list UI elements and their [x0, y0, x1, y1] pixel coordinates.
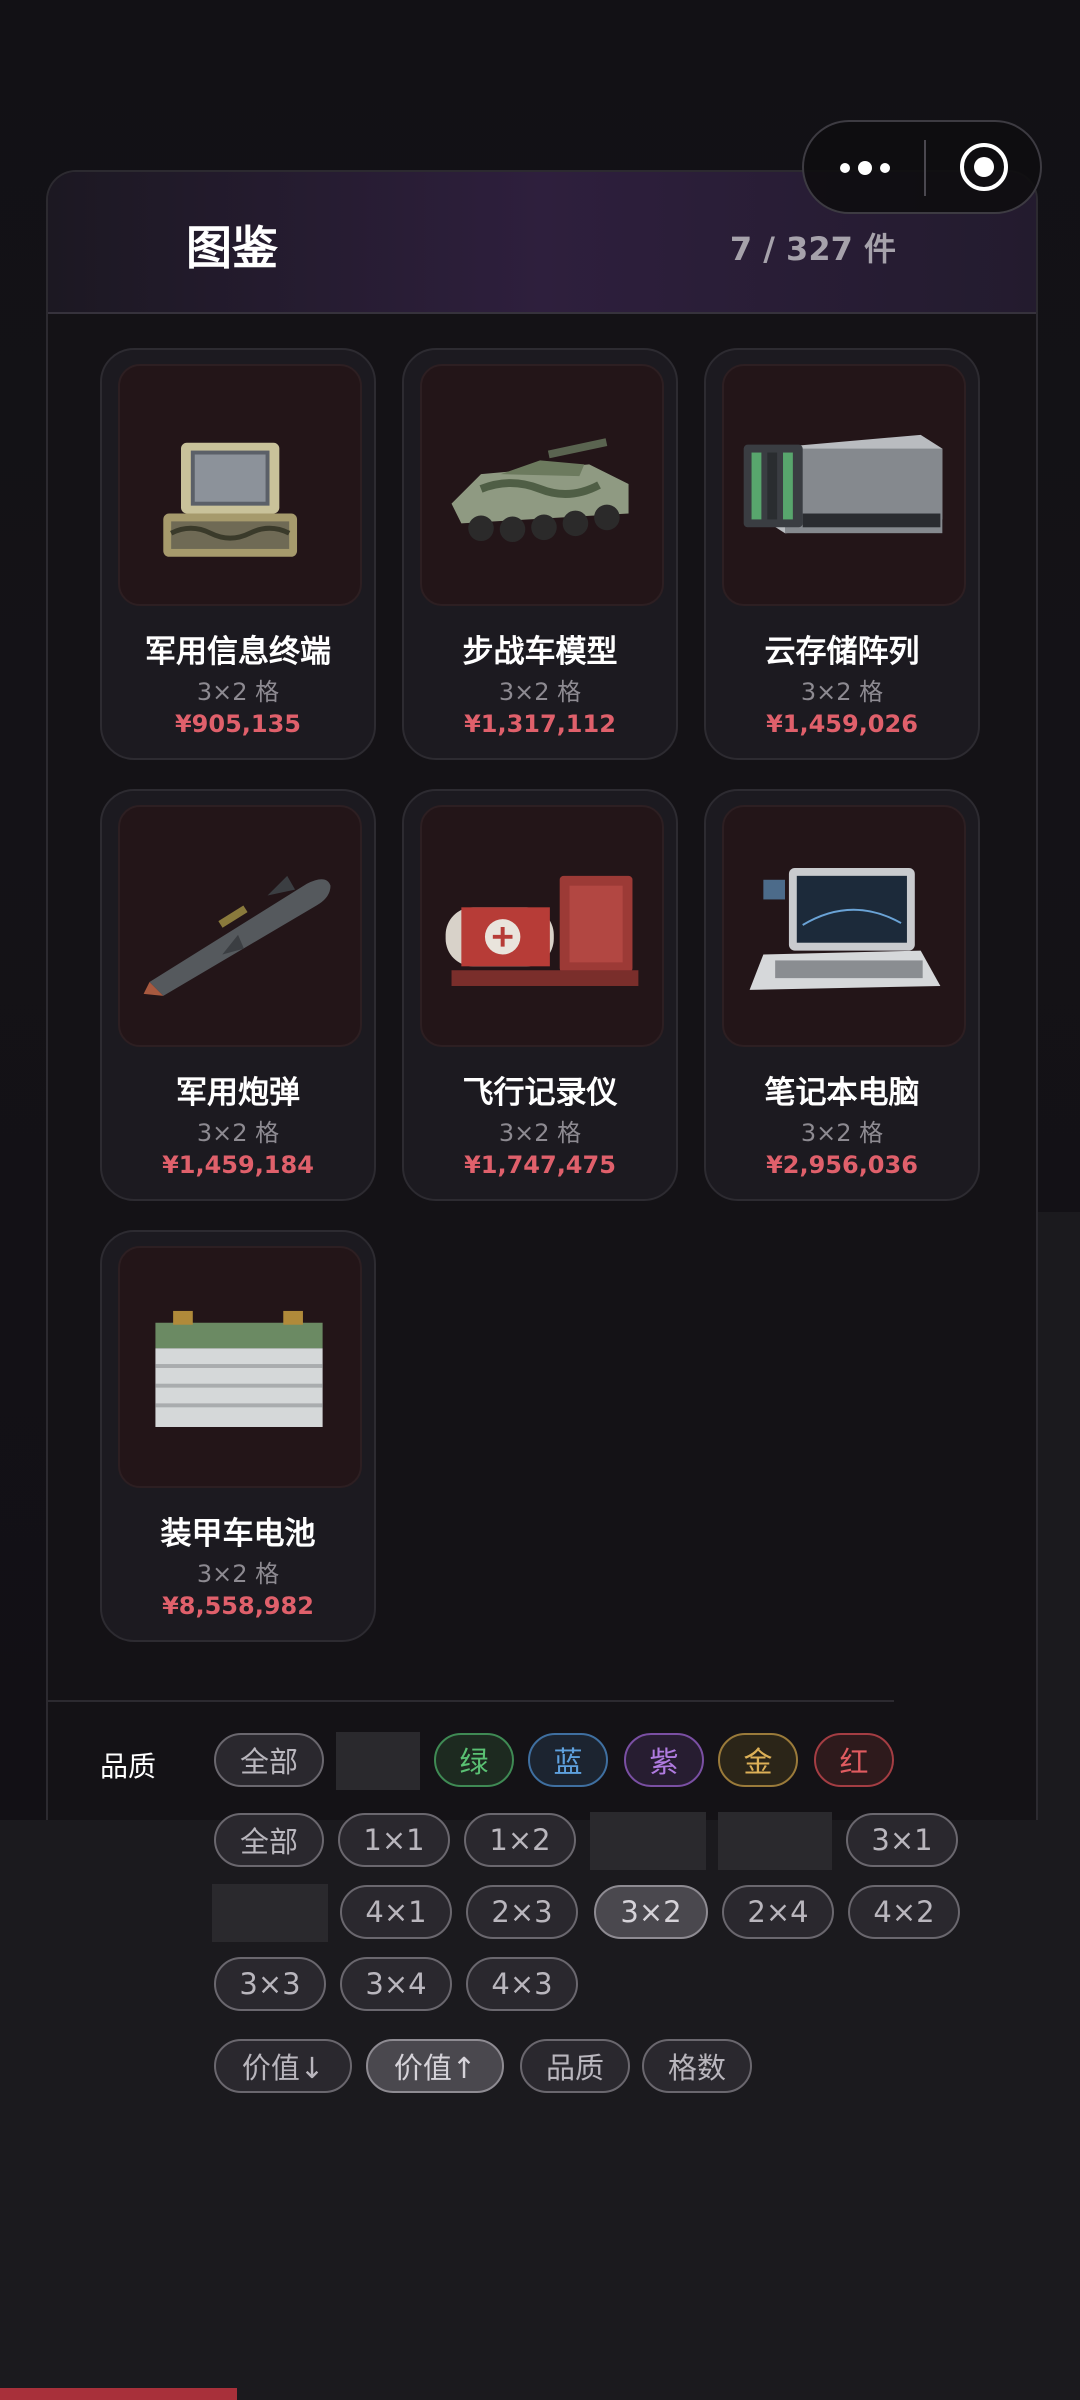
quality-chip-all[interactable]: 全部: [214, 1733, 324, 1787]
item-price: ¥905,135: [174, 710, 301, 738]
size-chip-3x4[interactable]: 3×4: [340, 1957, 452, 2011]
sort-chip-quality[interactable]: 品质: [520, 2039, 630, 2093]
item-price: ¥1,317,112: [464, 710, 616, 738]
item-name: 军用炮弹: [176, 1075, 300, 1111]
bottom-accent-bar: [0, 2388, 237, 2400]
size-chip-1x2[interactable]: 1×2: [464, 1813, 576, 1867]
item-name: 云存储阵列: [764, 634, 920, 670]
sort-chip-value-desc[interactable]: 价值↓: [214, 2039, 352, 2093]
item-card[interactable]: 笔记本电脑 3×2 格 ¥2,956,036: [704, 789, 980, 1201]
server-array-icon: [722, 364, 966, 606]
item-name: 笔记本电脑: [764, 1075, 920, 1111]
collection-count: 7 / 327 件: [729, 230, 896, 268]
size-chip-placeholder: [718, 1812, 832, 1870]
item-size: 3×2 格: [196, 678, 280, 706]
item-card[interactable]: 军用信息终端 3×2 格 ¥905,135: [100, 348, 376, 760]
item-name: 步战车模型: [462, 634, 618, 670]
item-price: ¥2,956,036: [766, 1151, 918, 1179]
missile-icon: [118, 805, 362, 1047]
sort-chip-cell-count[interactable]: 格数: [642, 2039, 752, 2093]
size-chip-3x3[interactable]: 3×3: [214, 1957, 326, 2011]
quality-chip-blue[interactable]: 蓝: [528, 1733, 608, 1787]
item-price: ¥1,459,026: [766, 710, 918, 738]
size-chip-3x2[interactable]: 3×2: [594, 1885, 708, 1939]
size-chip-2x3[interactable]: 2×3: [466, 1885, 578, 1939]
quality-chip-placeholder: [336, 1732, 420, 1790]
quality-chip-purple[interactable]: 紫: [624, 1733, 704, 1787]
filter-divider: [46, 1700, 894, 1702]
item-price: ¥1,459,184: [162, 1151, 314, 1179]
item-card[interactable]: 步战车模型 3×2 格 ¥1,317,112: [402, 348, 678, 760]
flight-recorder-icon: [420, 805, 664, 1047]
item-size: 3×2 格: [196, 1560, 280, 1588]
size-chip-2x4[interactable]: 2×4: [722, 1885, 834, 1939]
size-chip-placeholder: [212, 1884, 328, 1942]
size-chip-1x1[interactable]: 1×1: [338, 1813, 450, 1867]
mini-program-capsule: [802, 120, 1042, 214]
item-name: 飞行记录仪: [462, 1075, 618, 1111]
size-chip-all[interactable]: 全部: [214, 1813, 324, 1867]
item-card[interactable]: 云存储阵列 3×2 格 ¥1,459,026: [704, 348, 980, 760]
item-card[interactable]: 军用炮弹 3×2 格 ¥1,459,184: [100, 789, 376, 1201]
quality-filter-label: 品质: [100, 1750, 157, 1783]
size-chip-4x3[interactable]: 4×3: [466, 1957, 578, 2011]
more-icon[interactable]: [838, 158, 896, 178]
size-chip-4x2[interactable]: 4×2: [848, 1885, 960, 1939]
rugged-laptop-case-icon: [118, 364, 362, 606]
item-size: 3×2 格: [800, 1119, 884, 1147]
item-size: 3×2 格: [498, 678, 582, 706]
armored-vehicle-icon: [420, 364, 664, 606]
laptop-icon: [722, 805, 966, 1047]
item-card[interactable]: 飞行记录仪 3×2 格 ¥1,747,475: [402, 789, 678, 1201]
close-target-icon[interactable]: [959, 142, 1009, 192]
size-chip-placeholder: [590, 1812, 706, 1870]
quality-chip-red[interactable]: 红: [814, 1733, 894, 1787]
item-size: 3×2 格: [800, 678, 884, 706]
item-size: 3×2 格: [196, 1119, 280, 1147]
item-name: 装甲车电池: [160, 1516, 316, 1552]
sort-chip-value-asc[interactable]: 价值↑: [366, 2039, 504, 2093]
item-name: 军用信息终端: [145, 634, 331, 670]
page-title: 图鉴: [186, 221, 278, 275]
battery-icon: [118, 1246, 362, 1488]
size-chip-4x1[interactable]: 4×1: [340, 1885, 452, 1939]
item-price: ¥1,747,475: [464, 1151, 616, 1179]
quality-chip-green[interactable]: 绿: [434, 1733, 514, 1787]
quality-chip-gold[interactable]: 金: [718, 1733, 798, 1787]
item-size: 3×2 格: [498, 1119, 582, 1147]
size-chip-3x1[interactable]: 3×1: [846, 1813, 958, 1867]
item-price: ¥8,558,982: [162, 1592, 314, 1620]
capsule-divider: [924, 140, 926, 196]
item-card[interactable]: 装甲车电池 3×2 格 ¥8,558,982: [100, 1230, 376, 1642]
